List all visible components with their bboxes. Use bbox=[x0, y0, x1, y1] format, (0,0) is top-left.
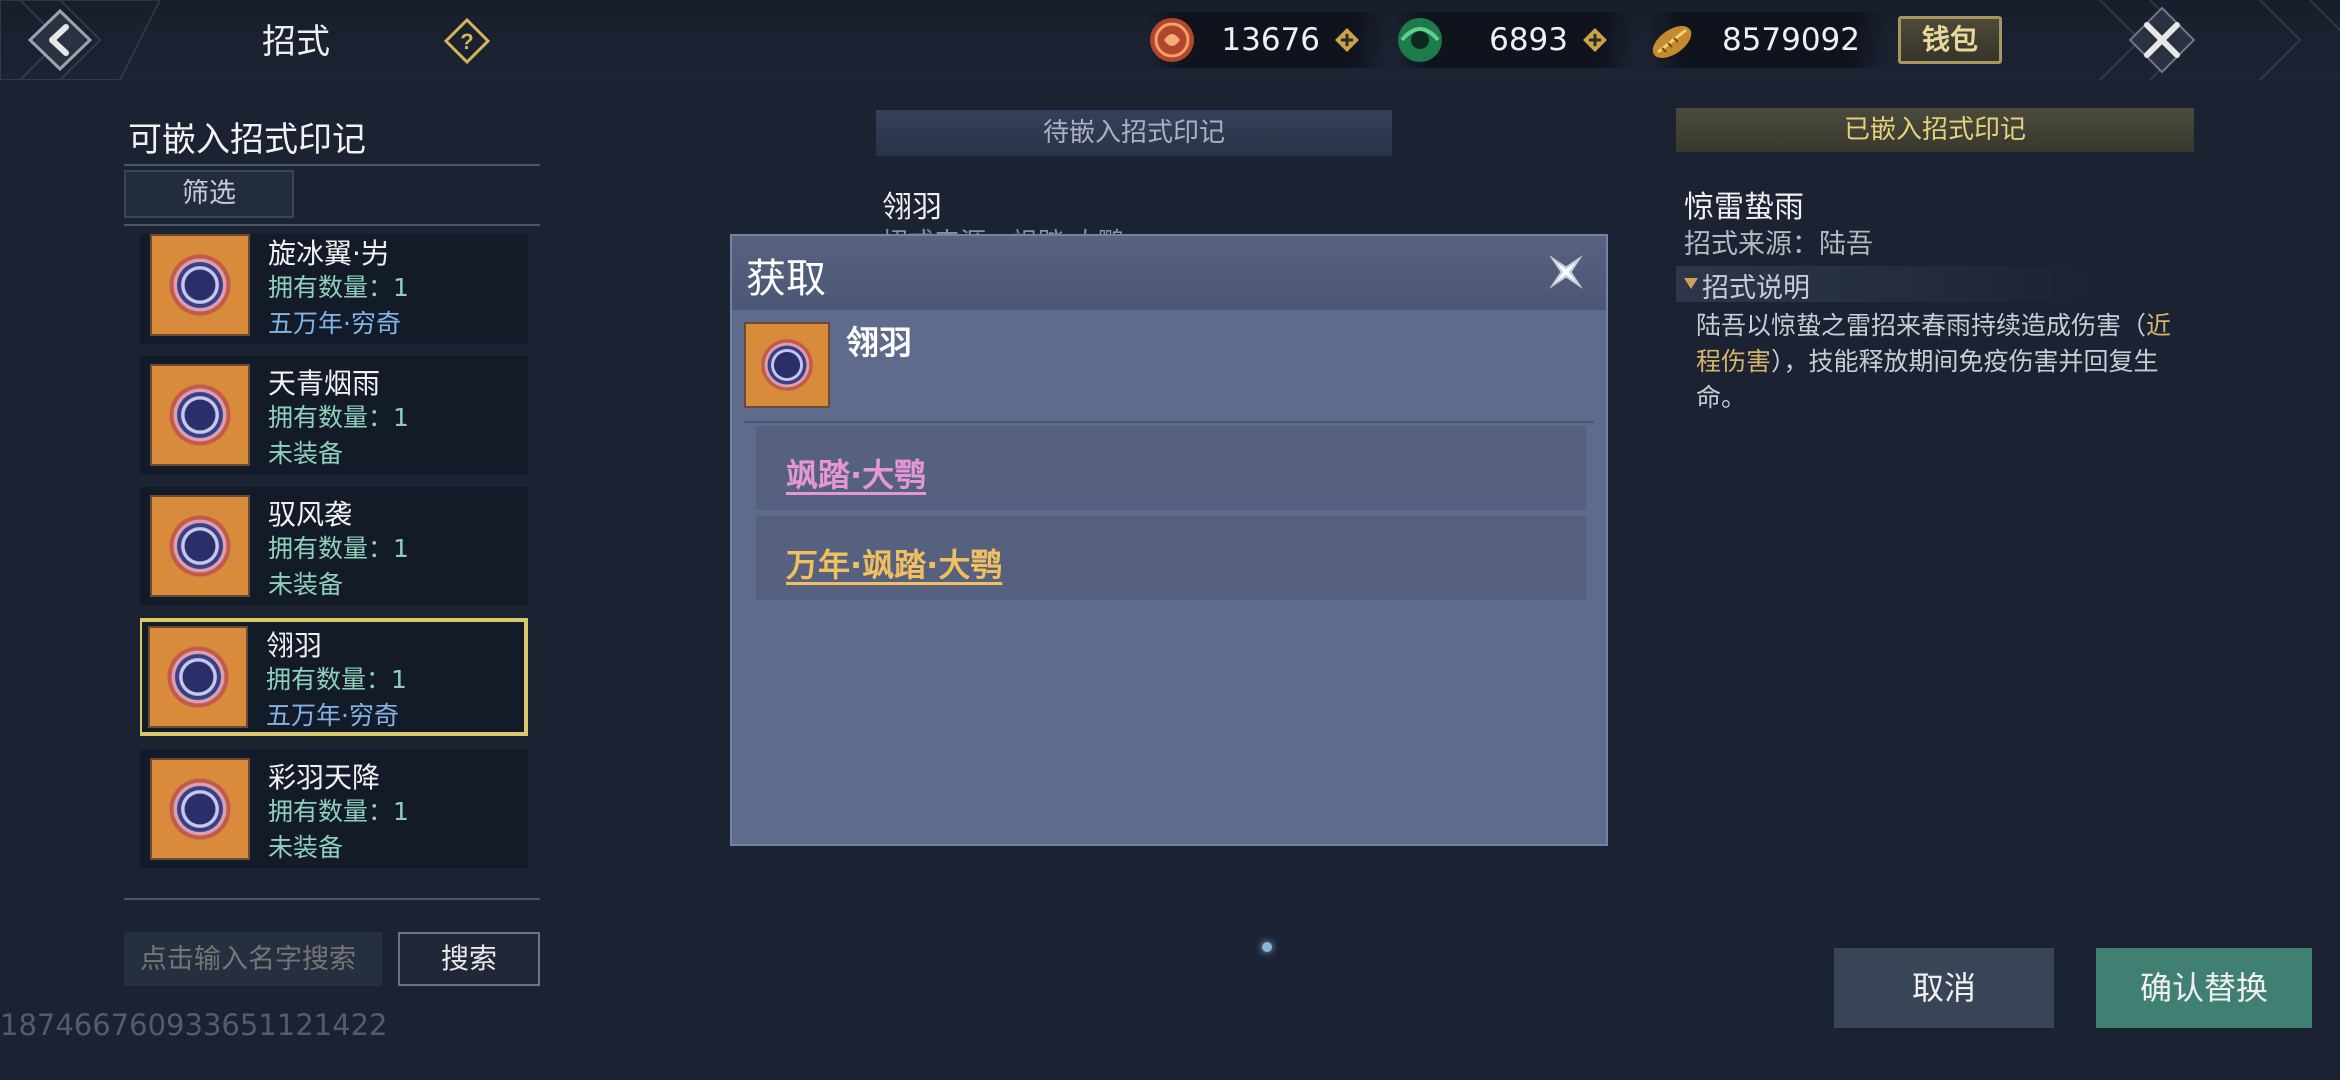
source-link[interactable]: 万年·飒踏·大鹗 bbox=[786, 540, 1002, 586]
mark-state: 五万年·穷奇 bbox=[268, 309, 401, 338]
source-row[interactable]: 万年·飒踏·大鹗 bbox=[756, 516, 1586, 600]
embedded-mark-header: 已嵌入招式印记 bbox=[1676, 108, 2194, 152]
currency-gold: 8579092 bbox=[1648, 12, 1886, 68]
mark-thumbnail bbox=[150, 234, 250, 336]
mark-state: 未装备 bbox=[268, 570, 344, 599]
mark-thumbnail bbox=[148, 626, 248, 728]
divider bbox=[124, 224, 540, 226]
add-currency-icon[interactable] bbox=[1334, 27, 1360, 53]
currency-red-value: 13676 bbox=[1221, 22, 1320, 58]
pending-mark-name: 翎羽 bbox=[882, 190, 942, 225]
mark-name: 驭风袭 bbox=[268, 498, 353, 531]
add-currency-icon[interactable] bbox=[1582, 27, 1608, 53]
mark-thumbnail bbox=[150, 758, 250, 860]
list-item[interactable]: 驭风袭 拥有数量：1 未装备 bbox=[140, 487, 528, 605]
user-id: 18746676093365112142​2 bbox=[0, 1008, 388, 1042]
embeddable-marks-title: 可嵌入招式印记 bbox=[128, 120, 366, 160]
help-icon[interactable]: ? bbox=[444, 18, 490, 64]
obtain-dialog: 获取 翎羽 飒踏·大鹗 万年·飒踏·大鹗 bbox=[730, 234, 1608, 846]
confirm-replace-button[interactable]: 确认替换 bbox=[2096, 948, 2312, 1028]
mark-thumbnail bbox=[150, 364, 250, 466]
mark-name: 翎羽 bbox=[266, 629, 323, 662]
mark-count: 拥有数量：1 bbox=[266, 665, 407, 694]
mark-count: 拥有数量：1 bbox=[268, 797, 409, 826]
mark-state: 未装备 bbox=[268, 833, 344, 862]
mark-description: 陆吾以惊蛰之雷招来春雨持续造成伤害（近程伤害），技能释放期间免疫伤害并回复生命。 bbox=[1696, 308, 2190, 416]
item-thumbnail bbox=[744, 322, 830, 408]
red-coin-icon bbox=[1150, 18, 1194, 62]
indicator-dot bbox=[1262, 942, 1272, 952]
gold-ingot-icon bbox=[1652, 26, 1692, 58]
back-button[interactable] bbox=[20, 5, 100, 75]
mark-count: 拥有数量：1 bbox=[268, 273, 409, 302]
embedded-mark-name: 惊雷蛰雨 bbox=[1684, 190, 1804, 225]
currency-jade: 6893 bbox=[1396, 12, 1634, 68]
mark-thumbnail bbox=[150, 495, 250, 597]
svg-text:?: ? bbox=[460, 29, 473, 54]
wallet-button[interactable]: 钱包 bbox=[1898, 16, 2002, 64]
list-item[interactable]: 彩羽天降 拥有数量：1 未装备 bbox=[140, 750, 528, 868]
back-arrow-icon bbox=[27, 8, 93, 72]
currency-gold-value: 8579092 bbox=[1721, 22, 1860, 58]
item-name: 翎羽 bbox=[846, 323, 912, 362]
description-text: 陆吾以惊蛰之雷招来春雨持续造成伤害（ bbox=[1696, 311, 2147, 340]
mark-name: 旋冰翼·屴 bbox=[268, 237, 389, 270]
source-link[interactable]: 飒踏·大鹗 bbox=[786, 450, 926, 496]
cancel-button[interactable]: 取消 bbox=[1834, 948, 2054, 1028]
mark-state: 五万年·穷奇 bbox=[266, 701, 399, 730]
mark-count: 拥有数量：1 bbox=[268, 403, 409, 432]
list-item-selected[interactable]: 翎羽 拥有数量：1 五万年·穷奇 bbox=[140, 618, 528, 736]
filter-button[interactable]: 筛选 bbox=[124, 170, 294, 218]
divider bbox=[744, 421, 1594, 423]
dialog-header bbox=[732, 236, 1606, 310]
currency-jade-value: 6893 bbox=[1489, 22, 1568, 58]
search-button[interactable]: 搜索 bbox=[398, 932, 540, 986]
close-icon[interactable] bbox=[1540, 246, 1592, 298]
embedded-mark-source: 招式来源：陆吾 bbox=[1684, 229, 1873, 260]
mark-count: 拥有数量：1 bbox=[268, 534, 409, 563]
divider bbox=[124, 164, 540, 166]
section-title: 招式说明 bbox=[1702, 273, 1810, 304]
currency-red: 13676 bbox=[1148, 12, 1386, 68]
mark-state: 未装备 bbox=[268, 439, 344, 468]
page-title: 招式 bbox=[262, 22, 330, 62]
source-row[interactable]: 飒踏·大鹗 bbox=[756, 426, 1586, 510]
close-icon bbox=[2128, 6, 2196, 74]
divider bbox=[124, 898, 540, 900]
close-page-button[interactable] bbox=[2110, 0, 2214, 80]
pending-mark-header: 待嵌入招式印记 bbox=[876, 110, 1392, 156]
jade-coin-icon bbox=[1398, 18, 1442, 62]
mark-name: 彩羽天降 bbox=[268, 761, 381, 794]
triangle-down-icon bbox=[1684, 278, 1698, 289]
mark-list[interactable]: 旋冰翼·屴 拥有数量：1 五万年·穷奇 天青烟雨 拥有数量：1 未装备 驭风袭 … bbox=[140, 234, 528, 882]
list-item[interactable]: 天青烟雨 拥有数量：1 未装备 bbox=[140, 356, 528, 474]
dialog-title: 获取 bbox=[746, 256, 826, 302]
mark-name: 天青烟雨 bbox=[268, 367, 381, 400]
search-input[interactable] bbox=[124, 932, 382, 986]
list-item[interactable]: 旋冰翼·屴 拥有数量：1 五万年·穷奇 bbox=[140, 234, 528, 344]
